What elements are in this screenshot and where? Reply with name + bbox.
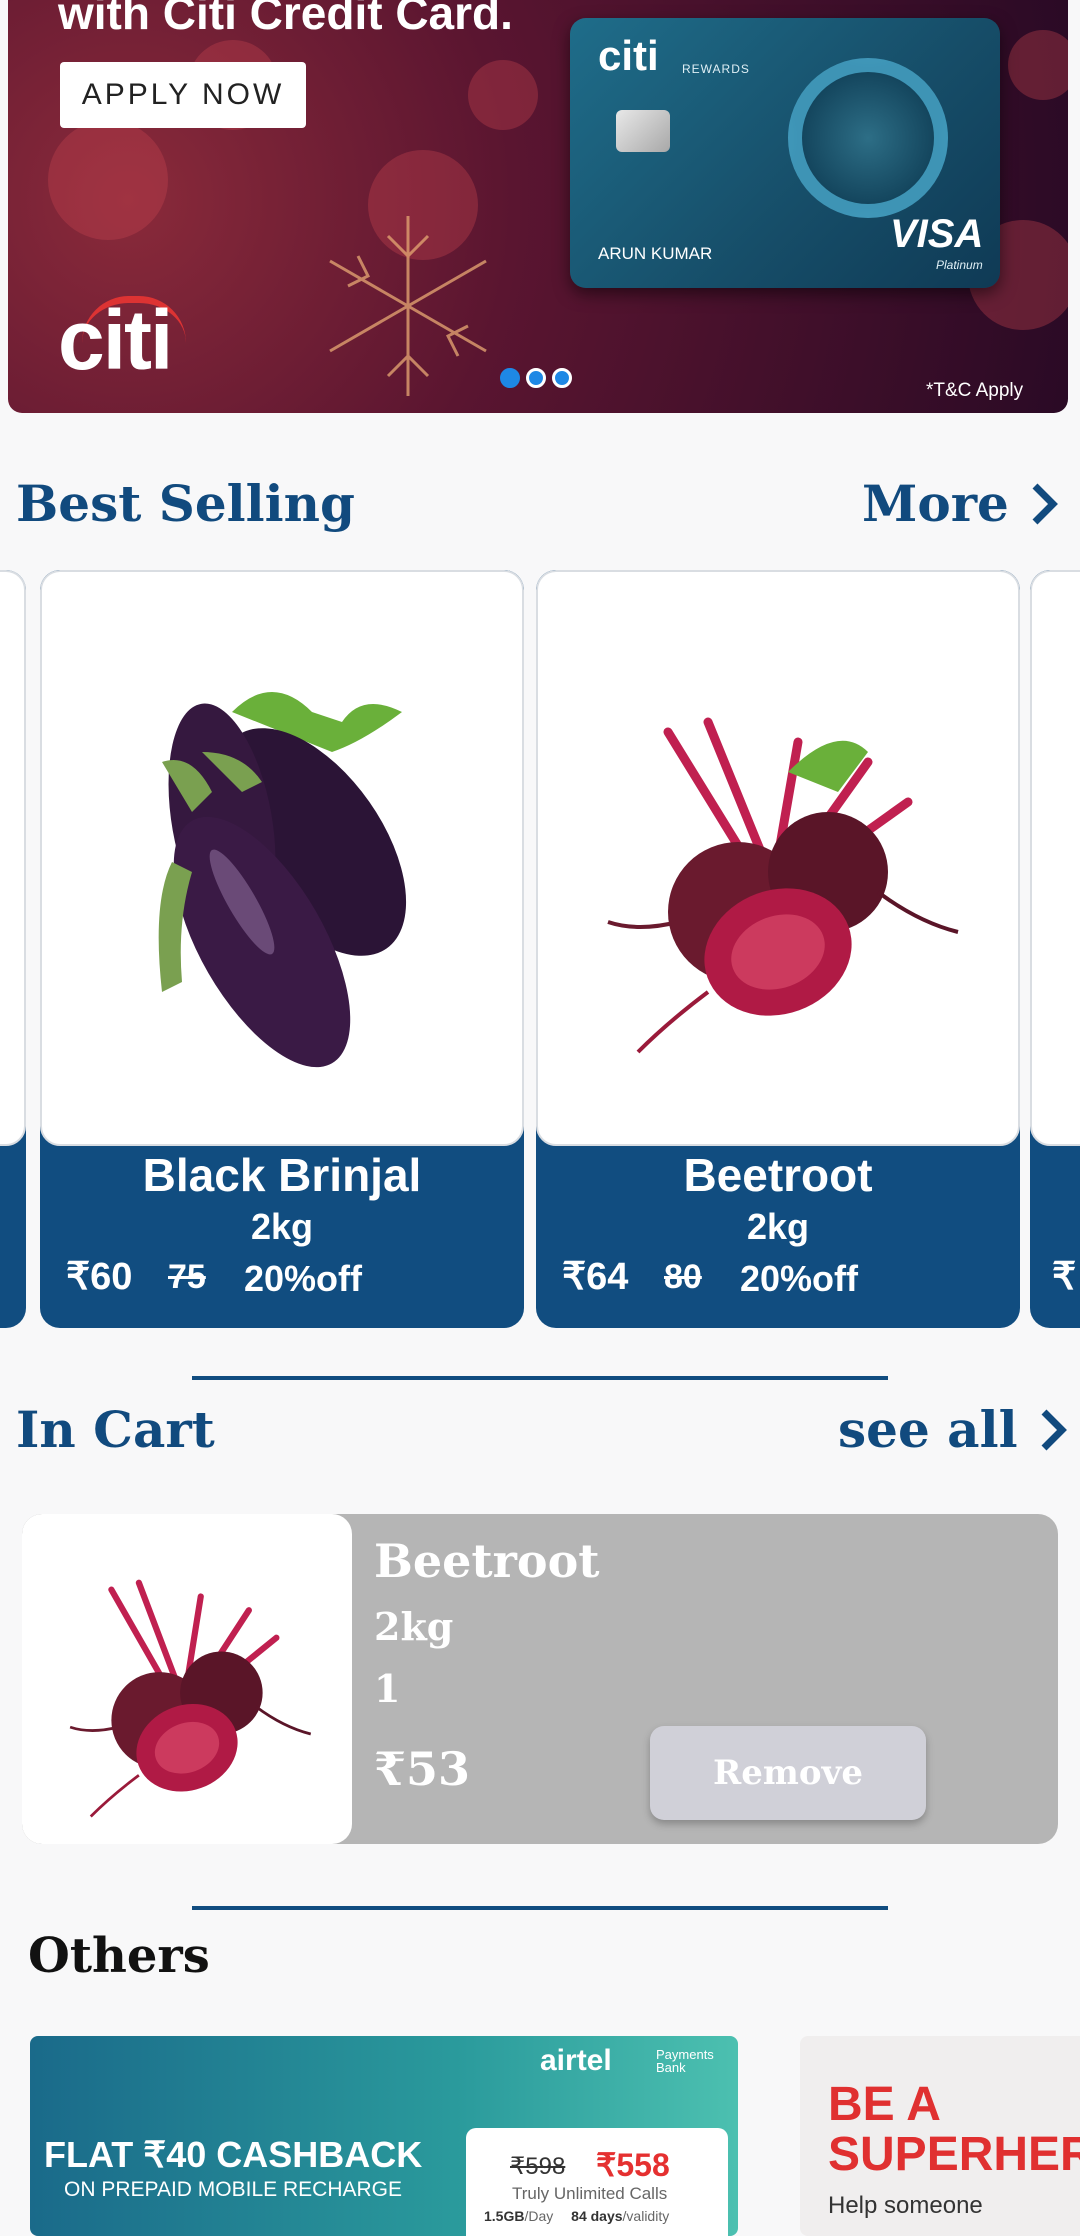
cart-item-image	[22, 1514, 352, 1844]
product-qty: 2kg	[250, 1206, 314, 1247]
product-discount: 20%off	[740, 1258, 859, 1299]
product-discount: 20%off	[244, 1258, 363, 1299]
cart-item-count: 1	[374, 1666, 401, 1711]
see-all-label: see all	[838, 1400, 1018, 1459]
promo-banner[interactable]: with Citi Credit Card. APPLY NOW citi RE…	[8, 0, 1068, 413]
others-title: Others	[28, 1928, 210, 1984]
cart-item-price: ₹53	[374, 1742, 471, 1796]
promo-new-price: ₹558	[596, 2147, 670, 2183]
carousel-dot[interactable]	[552, 368, 572, 388]
snowflake-icon	[329, 216, 487, 396]
product-price: ₹	[1052, 1256, 1077, 1298]
promo-detail: 1.5GB/Day 84 days/validity	[484, 2208, 670, 2224]
card-tier: Platinum	[936, 258, 983, 272]
section-divider	[192, 1376, 888, 1380]
card-brand: citi	[598, 32, 659, 79]
card-brand-sub: REWARDS	[682, 62, 750, 76]
card-holder-name: ARUN KUMAR	[598, 244, 713, 263]
product-image	[40, 570, 524, 1146]
product-image	[536, 570, 1020, 1146]
cart-item[interactable]: Beetroot 2kg 1 ₹53 Remove	[22, 1514, 1058, 1844]
promo-sub: ON PREPAID MOBILE RECHARGE	[64, 2178, 403, 2201]
citi-logo: citi	[58, 293, 173, 387]
brinjal-image	[158, 692, 407, 1068]
product-mrp: 75	[168, 1258, 206, 1296]
terms-note: *T&C Apply	[926, 380, 1024, 401]
in-cart-title: In Cart	[16, 1400, 215, 1459]
superhero-promo-banner[interactable]: BE A SUPERHER Help someone	[800, 2036, 1080, 2236]
cart-item-name: Beetroot	[374, 1534, 600, 1588]
product-qty: 2kg	[746, 1206, 810, 1247]
product-price: ₹64	[562, 1256, 629, 1298]
product-card[interactable]: Beetroot 2kg ₹64 80 20%off	[536, 570, 1020, 1328]
product-card[interactable]: Black Brinjal 2kg ₹60 75 20%off	[40, 570, 524, 1328]
cart-item-qty: 2kg	[374, 1604, 454, 1649]
airtel-promo-banner[interactable]: airtel Payments Bank FLAT ₹40 CASHBACK O…	[30, 2036, 738, 2236]
remove-button[interactable]: Remove	[650, 1726, 926, 1820]
product-price: ₹60	[66, 1256, 133, 1298]
carousel-dot[interactable]	[526, 368, 546, 388]
promo-headline: BE A SUPERHER	[828, 2078, 1080, 2181]
product-card-partial[interactable]	[0, 570, 26, 1328]
banner-headline: with Citi Credit Card.	[58, 0, 513, 39]
airtel-logo-sub: Payments Bank	[656, 2047, 714, 2075]
more-link[interactable]: More	[862, 474, 1059, 533]
product-name: Black Brinjal	[142, 1149, 422, 1201]
product-name: Beetroot	[683, 1149, 873, 1201]
airtel-logo: airtel	[540, 2044, 612, 2077]
promo-sub: Help someone	[828, 2192, 983, 2219]
card-network: VISA	[890, 212, 984, 256]
product-mrp: 80	[664, 1258, 702, 1296]
beetroot-image	[69, 1579, 312, 1818]
chevron-right-icon	[1032, 483, 1058, 524]
credit-card-image: citi REWARDS ARUN KUMAR VISA Platinum	[570, 18, 1000, 288]
beetroot-image	[607, 717, 959, 1054]
product-card-partial[interactable]: ₹	[1030, 570, 1080, 1328]
chevron-right-icon	[1041, 1409, 1067, 1450]
more-label: More	[862, 474, 1009, 533]
card-chip-icon	[616, 110, 670, 152]
see-all-link[interactable]: see all	[838, 1400, 1068, 1459]
promo-headline: FLAT ₹40 CASHBACK	[44, 2134, 423, 2175]
promo-old-price: ₹598	[510, 2153, 566, 2180]
best-selling-title: Best Selling	[16, 474, 355, 533]
section-divider	[192, 1906, 888, 1910]
carousel-dot-active[interactable]	[500, 368, 520, 388]
card-seal-icon	[788, 58, 948, 218]
promo-note: Truly Unlimited Calls	[512, 2184, 668, 2203]
apply-now-button[interactable]: APPLY NOW	[60, 62, 306, 128]
